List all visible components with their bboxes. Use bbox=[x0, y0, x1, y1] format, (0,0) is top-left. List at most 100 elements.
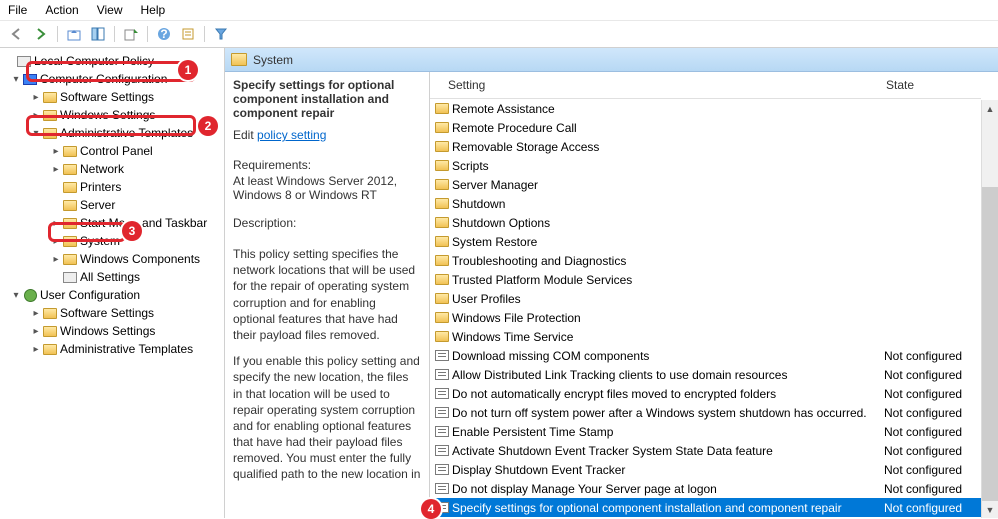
tree-control-panel[interactable]: ▸Control Panel bbox=[2, 142, 222, 160]
tree-start-taskbar[interactable]: ▸Start Menu and Taskbar bbox=[2, 214, 222, 232]
list-item[interactable]: Shutdown Options bbox=[430, 213, 981, 232]
scroll-thumb[interactable] bbox=[982, 187, 998, 501]
setting-name: Download missing COM components bbox=[452, 349, 884, 363]
setting-icon bbox=[434, 463, 450, 477]
setting-state: Not configured bbox=[884, 387, 981, 401]
list-item[interactable]: Windows Time Service bbox=[430, 327, 981, 346]
tree-software-settings[interactable]: ▸Software Settings bbox=[2, 88, 222, 106]
setting-name: Specify settings for optional component … bbox=[452, 501, 884, 515]
setting-name: Enable Persistent Time Stamp bbox=[452, 425, 884, 439]
list-item[interactable]: Do not automatically encrypt files moved… bbox=[430, 384, 981, 403]
list-item[interactable]: Shutdown bbox=[430, 194, 981, 213]
setting-name: Remote Assistance bbox=[452, 102, 884, 116]
tree-system[interactable]: ▸System bbox=[2, 232, 222, 250]
tree-windows-settings[interactable]: ▸Windows Settings bbox=[2, 106, 222, 124]
tree-all-settings[interactable]: All Settings bbox=[2, 268, 222, 286]
list-item[interactable]: Removable Storage Access bbox=[430, 137, 981, 156]
folder-icon bbox=[434, 235, 450, 249]
properties-icon[interactable] bbox=[177, 24, 199, 44]
list-item[interactable]: Troubleshooting and Diagnostics bbox=[430, 251, 981, 270]
list-item[interactable]: System Restore bbox=[430, 232, 981, 251]
folder-icon bbox=[434, 140, 450, 154]
scroll-down-icon[interactable]: ▼ bbox=[982, 501, 998, 518]
tree-u-windows-settings[interactable]: ▸Windows Settings bbox=[2, 322, 222, 340]
svg-text:?: ? bbox=[160, 27, 167, 41]
column-state[interactable]: State bbox=[884, 78, 981, 92]
settings-list: Setting State Remote Assistance Remote Pr… bbox=[430, 72, 981, 518]
description-label: Description: bbox=[233, 216, 421, 230]
list-item[interactable]: Activate Shutdown Event Tracker System S… bbox=[430, 441, 981, 460]
tree-windows-components[interactable]: ▸Windows Components bbox=[2, 250, 222, 268]
tree-network[interactable]: ▸Network bbox=[2, 160, 222, 178]
description-p2: If you enable this policy setting and sp… bbox=[233, 353, 421, 483]
path-header: System bbox=[225, 48, 998, 72]
description-pane: Specify settings for optional component … bbox=[225, 72, 430, 518]
folder-icon bbox=[434, 216, 450, 230]
back-icon[interactable] bbox=[6, 24, 28, 44]
help-icon[interactable]: ? bbox=[153, 24, 175, 44]
setting-icon bbox=[434, 444, 450, 458]
list-item[interactable]: Windows File Protection bbox=[430, 308, 981, 327]
setting-name: Scripts bbox=[452, 159, 884, 173]
setting-icon bbox=[434, 387, 450, 401]
folder-icon bbox=[434, 330, 450, 344]
list-item[interactable]: Display Shutdown Event TrackerNot config… bbox=[430, 460, 981, 479]
requirements-text: At least Windows Server 2012, Windows 8 … bbox=[233, 174, 421, 202]
list-item[interactable]: Allow Distributed Link Tracking clients … bbox=[430, 365, 981, 384]
tree-server[interactable]: Server bbox=[2, 196, 222, 214]
filter-icon[interactable] bbox=[210, 24, 232, 44]
scroll-up-icon[interactable]: ▲ bbox=[982, 100, 998, 117]
folder-icon bbox=[434, 197, 450, 211]
tree-user-config[interactable]: ▾User Configuration bbox=[2, 286, 222, 304]
setting-name: Display Shutdown Event Tracker bbox=[452, 463, 884, 477]
edit-policy-link[interactable]: policy setting bbox=[257, 128, 326, 142]
export-icon[interactable] bbox=[120, 24, 142, 44]
list-item[interactable]: User Profiles bbox=[430, 289, 981, 308]
folder-icon bbox=[434, 102, 450, 116]
column-setting[interactable]: Setting bbox=[434, 78, 884, 92]
setting-name: Do not automatically encrypt files moved… bbox=[452, 387, 884, 401]
badge-3: 3 bbox=[122, 221, 142, 241]
list-item[interactable]: Do not display Manage Your Server page a… bbox=[430, 479, 981, 498]
setting-state: Not configured bbox=[884, 482, 981, 496]
setting-name: Server Manager bbox=[452, 178, 884, 192]
path-title: System bbox=[253, 53, 293, 67]
setting-state: Not configured bbox=[884, 368, 981, 382]
show-hide-icon[interactable] bbox=[87, 24, 109, 44]
folder-icon bbox=[434, 121, 450, 135]
forward-icon[interactable] bbox=[30, 24, 52, 44]
menu-help[interactable]: Help bbox=[141, 3, 166, 17]
requirements-label: Requirements: bbox=[233, 158, 421, 172]
up-icon[interactable] bbox=[63, 24, 85, 44]
list-item[interactable]: Enable Persistent Time StampNot configur… bbox=[430, 422, 981, 441]
list-item[interactable]: Remote Procedure Call bbox=[430, 118, 981, 137]
tree-u-software-settings[interactable]: ▸Software Settings bbox=[2, 304, 222, 322]
setting-name: Shutdown bbox=[452, 197, 884, 211]
setting-name: System Restore bbox=[452, 235, 884, 249]
setting-name: User Profiles bbox=[452, 292, 884, 306]
policy-title: Specify settings for optional component … bbox=[233, 78, 421, 120]
setting-icon bbox=[434, 368, 450, 382]
list-item[interactable]: Server Manager bbox=[430, 175, 981, 194]
setting-icon bbox=[434, 406, 450, 420]
menu-view[interactable]: View bbox=[97, 3, 123, 17]
setting-name: Removable Storage Access bbox=[452, 140, 884, 154]
list-item[interactable]: Scripts bbox=[430, 156, 981, 175]
setting-state: Not configured bbox=[884, 444, 981, 458]
setting-state: Not configured bbox=[884, 349, 981, 363]
list-item[interactable]: Trusted Platform Module Services bbox=[430, 270, 981, 289]
list-item[interactable]: Specify settings for optional component … bbox=[430, 498, 981, 517]
tree-admin-templates[interactable]: ▾Administrative Templates bbox=[2, 124, 222, 142]
menu-action[interactable]: Action bbox=[45, 3, 78, 17]
setting-name: Troubleshooting and Diagnostics bbox=[452, 254, 884, 268]
tree-u-admin-templates[interactable]: ▸Administrative Templates bbox=[2, 340, 222, 358]
list-item[interactable]: Download missing COM componentsNot confi… bbox=[430, 346, 981, 365]
badge-1: 1 bbox=[178, 60, 198, 80]
tree-printers[interactable]: Printers bbox=[2, 178, 222, 196]
menu-file[interactable]: File bbox=[8, 3, 27, 17]
setting-name: Windows Time Service bbox=[452, 330, 884, 344]
list-item[interactable]: Do not turn off system power after a Win… bbox=[430, 403, 981, 422]
vertical-scrollbar[interactable]: ▲ ▼ bbox=[981, 100, 998, 518]
badge-4: 4 bbox=[421, 499, 441, 519]
list-item[interactable]: Remote Assistance bbox=[430, 99, 981, 118]
